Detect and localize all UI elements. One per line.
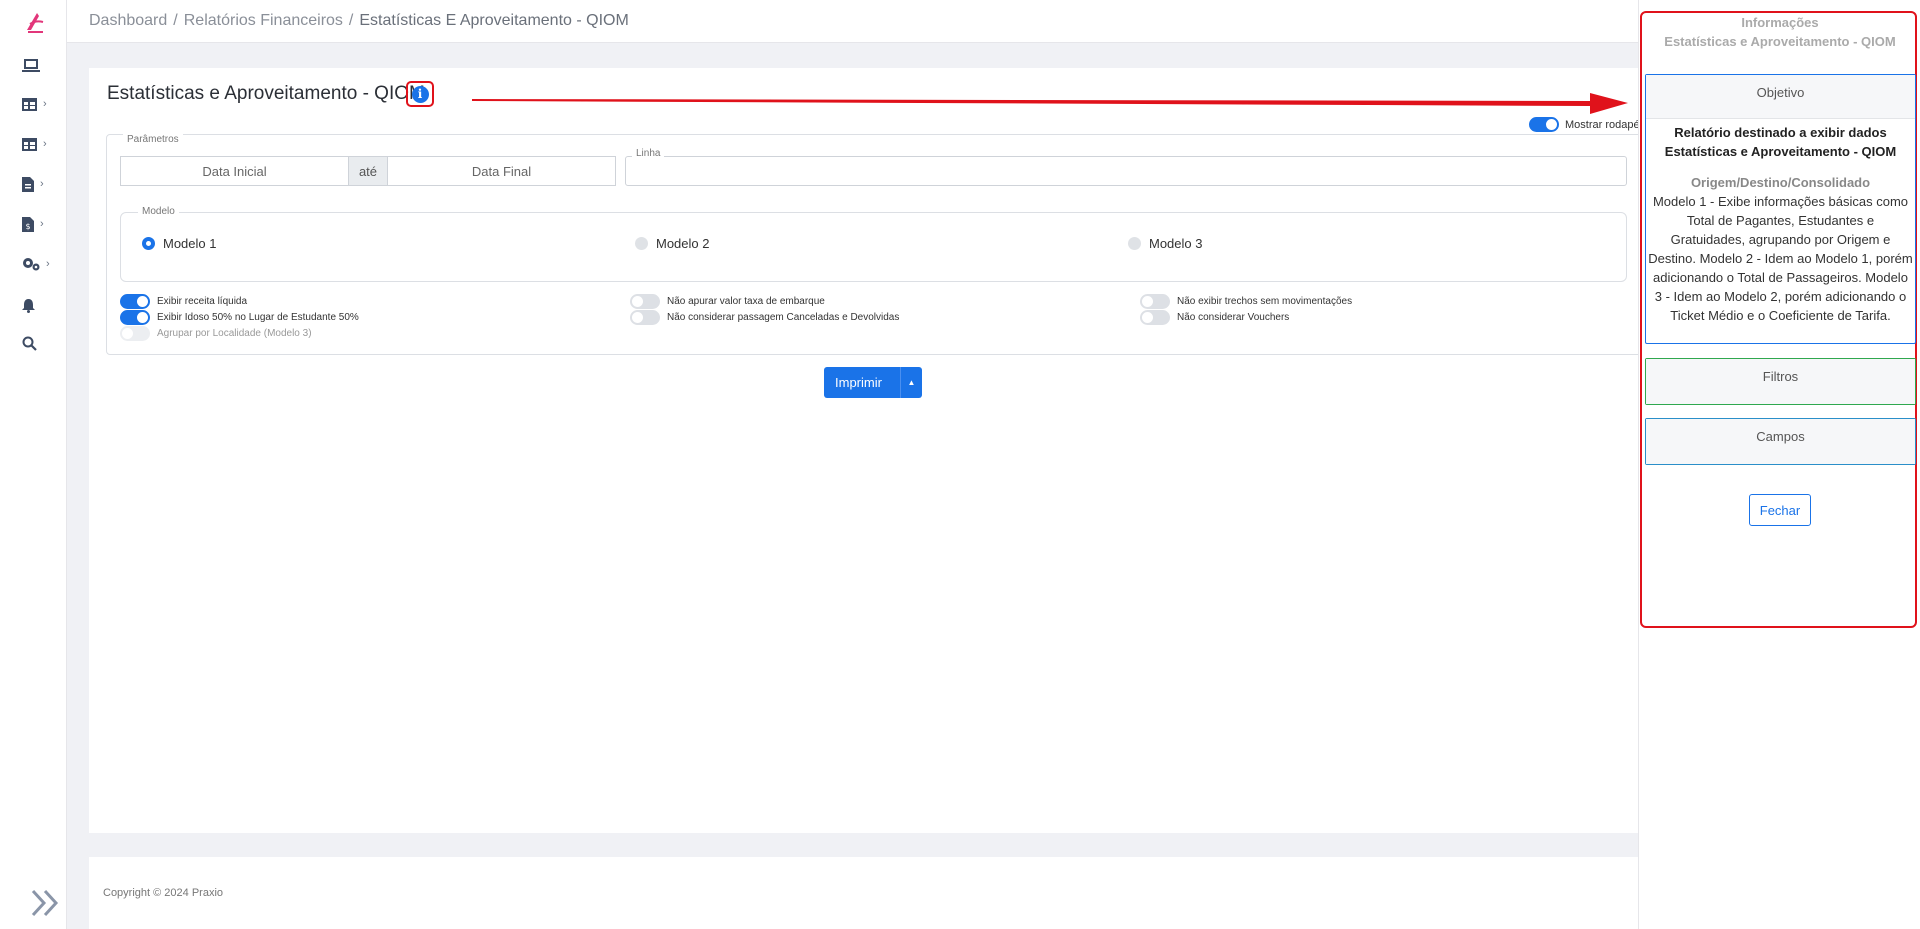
option-label: Não exibir trechos sem movimentações bbox=[1177, 296, 1353, 307]
sidebar-item-financial[interactable]: $ › bbox=[22, 212, 62, 236]
table-icon bbox=[22, 97, 37, 111]
breadcrumb-relatorios[interactable]: Relatórios Financeiros bbox=[184, 12, 343, 30]
modelo-group bbox=[120, 212, 1627, 282]
toggle-switch[interactable] bbox=[1529, 117, 1559, 132]
option-canceladas[interactable]: Não considerar passagem Canceladas e Dev… bbox=[630, 310, 899, 325]
toggle-switch[interactable] bbox=[120, 310, 150, 325]
copyright: Copyright © 2024 Praxio bbox=[103, 887, 224, 899]
chevron-right-icon: › bbox=[40, 178, 44, 190]
radio-unchecked-icon[interactable] bbox=[635, 237, 648, 250]
sidebar-item-notifications[interactable] bbox=[22, 293, 62, 317]
panel-title-line1: Informações bbox=[1741, 15, 1819, 30]
info-highlight[interactable]: i bbox=[406, 81, 434, 107]
sidebar-item-settings[interactable]: › bbox=[22, 252, 62, 276]
data-final-input[interactable]: Data Final bbox=[388, 157, 615, 185]
chevron-right-icon: › bbox=[40, 218, 44, 230]
chevron-right-icon: › bbox=[46, 258, 50, 270]
option-label: Não considerar passagem Canceladas e Dev… bbox=[667, 312, 900, 323]
breadcrumb-dashboard[interactable]: Dashboard bbox=[89, 12, 167, 30]
chevron-right-icon: › bbox=[43, 138, 47, 150]
section-campos[interactable]: Campos bbox=[1645, 418, 1916, 465]
sidebar-item-documents[interactable]: › bbox=[22, 172, 62, 196]
table-icon bbox=[22, 137, 37, 151]
objetivo-body: Relatório destinado a exibir dados Estat… bbox=[1646, 119, 1915, 329]
caret-up-icon[interactable]: ▲ bbox=[900, 367, 922, 398]
chevron-right-icon: › bbox=[43, 98, 47, 110]
radio-label: Modelo 2 bbox=[656, 236, 710, 251]
breadcrumb-separator: / bbox=[348, 12, 354, 29]
linha-label: Linha bbox=[632, 148, 665, 159]
radio-modelo-3[interactable]: Modelo 3 bbox=[1128, 236, 1202, 251]
option-label: Agrupar por Localidade (Modelo 3) bbox=[157, 328, 312, 339]
date-range: Data Inicial até Data Final bbox=[120, 156, 616, 186]
radio-modelo-1[interactable]: Modelo 1 bbox=[142, 236, 216, 251]
sidebar: › › › $ › › bbox=[0, 0, 67, 929]
mostrar-rodape-toggle[interactable]: Mostrar rodapé bbox=[1529, 117, 1640, 132]
filtros-header[interactable]: Filtros bbox=[1646, 359, 1915, 404]
svg-text:$: $ bbox=[25, 222, 30, 231]
option-receita-liquida[interactable]: Exibir receita líquida bbox=[120, 294, 247, 309]
option-label: Não apurar valor taxa de embarque bbox=[667, 296, 825, 307]
sidebar-item-dashboard[interactable] bbox=[22, 54, 62, 78]
params-legend: Parâmetros bbox=[123, 134, 183, 145]
objetivo-text: Modelo 1 - Exibe informações básicas com… bbox=[1648, 194, 1913, 323]
print-button-label: Imprimir bbox=[835, 375, 882, 390]
radio-label: Modelo 3 bbox=[1149, 236, 1203, 251]
option-vouchers[interactable]: Não considerar Vouchers bbox=[1140, 310, 1289, 325]
search-icon bbox=[22, 336, 37, 351]
data-inicial-input[interactable]: Data Inicial bbox=[121, 157, 348, 185]
modelo-legend: Modelo bbox=[138, 206, 179, 217]
objetivo-subheading: Origem/Destino/Consolidado bbox=[1690, 175, 1871, 190]
panel-title-line2: Estatísticas e Aproveitamento - QIOM bbox=[1664, 34, 1896, 49]
breadcrumb: Dashboard / Relatórios Financeiros / Est… bbox=[89, 12, 629, 30]
toggle-switch[interactable] bbox=[630, 310, 660, 325]
breadcrumb-separator: / bbox=[173, 12, 178, 29]
campos-header[interactable]: Campos bbox=[1646, 419, 1915, 464]
toggle-switch[interactable] bbox=[120, 294, 150, 309]
linha-field[interactable] bbox=[625, 156, 1627, 186]
toggle-switch[interactable] bbox=[120, 326, 150, 341]
option-trechos[interactable]: Não exibir trechos sem movimentações bbox=[1140, 294, 1352, 309]
breadcrumb-current: Estatísticas E Aproveitamento - QIOM bbox=[359, 12, 629, 29]
fechar-button[interactable]: Fechar bbox=[1749, 494, 1811, 526]
panel-title: Informações Estatísticas e Aproveitament… bbox=[1641, 13, 1919, 51]
toggle-switch[interactable] bbox=[1140, 294, 1170, 309]
sidebar-item-search[interactable] bbox=[22, 331, 62, 355]
option-label: Exibir Idoso 50% no Lugar de Estudante 5… bbox=[157, 312, 359, 323]
footer: Copyright © 2024 Praxio bbox=[89, 857, 1639, 929]
mostrar-rodape-label: Mostrar rodapé bbox=[1565, 118, 1640, 131]
section-objetivo: Objetivo Relatório destinado a exibir da… bbox=[1645, 74, 1916, 344]
option-taxa-embarque[interactable]: Não apurar valor taxa de embarque bbox=[630, 294, 825, 309]
section-filtros[interactable]: Filtros bbox=[1645, 358, 1916, 405]
option-idoso[interactable]: Exibir Idoso 50% no Lugar de Estudante 5… bbox=[120, 310, 359, 325]
radio-unchecked-icon[interactable] bbox=[1128, 237, 1141, 250]
objetivo-heading: Relatório destinado a exibir dados Estat… bbox=[1664, 125, 1897, 159]
file-icon bbox=[22, 176, 34, 192]
radio-label: Modelo 1 bbox=[163, 236, 217, 251]
info-circle-icon[interactable]: i bbox=[411, 85, 429, 103]
option-agrupar[interactable]: Agrupar por Localidade (Modelo 3) bbox=[120, 326, 312, 341]
toggle-switch[interactable] bbox=[630, 294, 660, 309]
date-separator: até bbox=[348, 157, 388, 185]
toggle-switch[interactable] bbox=[1140, 310, 1170, 325]
objetivo-header[interactable]: Objetivo bbox=[1646, 75, 1915, 119]
file-invoice-dollar-icon: $ bbox=[22, 216, 34, 232]
option-label: Não considerar Vouchers bbox=[1177, 312, 1290, 323]
annotation-arrow bbox=[472, 93, 1628, 114]
radio-checked-icon[interactable] bbox=[142, 237, 155, 250]
sidebar-item-tables-2[interactable]: › bbox=[22, 132, 62, 156]
expand-sidebar-icon[interactable] bbox=[30, 888, 64, 918]
praxio-logo[interactable] bbox=[24, 10, 46, 34]
option-label: Exibir receita líquida bbox=[157, 296, 248, 307]
page-title: Estatísticas e Aproveitamento - QIOM bbox=[107, 83, 425, 104]
print-button[interactable]: Imprimir ▲ bbox=[824, 367, 922, 398]
laptop-icon bbox=[22, 59, 40, 72]
sidebar-item-tables[interactable]: › bbox=[22, 92, 62, 116]
bell-icon bbox=[22, 298, 35, 313]
gears-icon bbox=[23, 258, 40, 271]
radio-modelo-2[interactable]: Modelo 2 bbox=[635, 236, 709, 251]
